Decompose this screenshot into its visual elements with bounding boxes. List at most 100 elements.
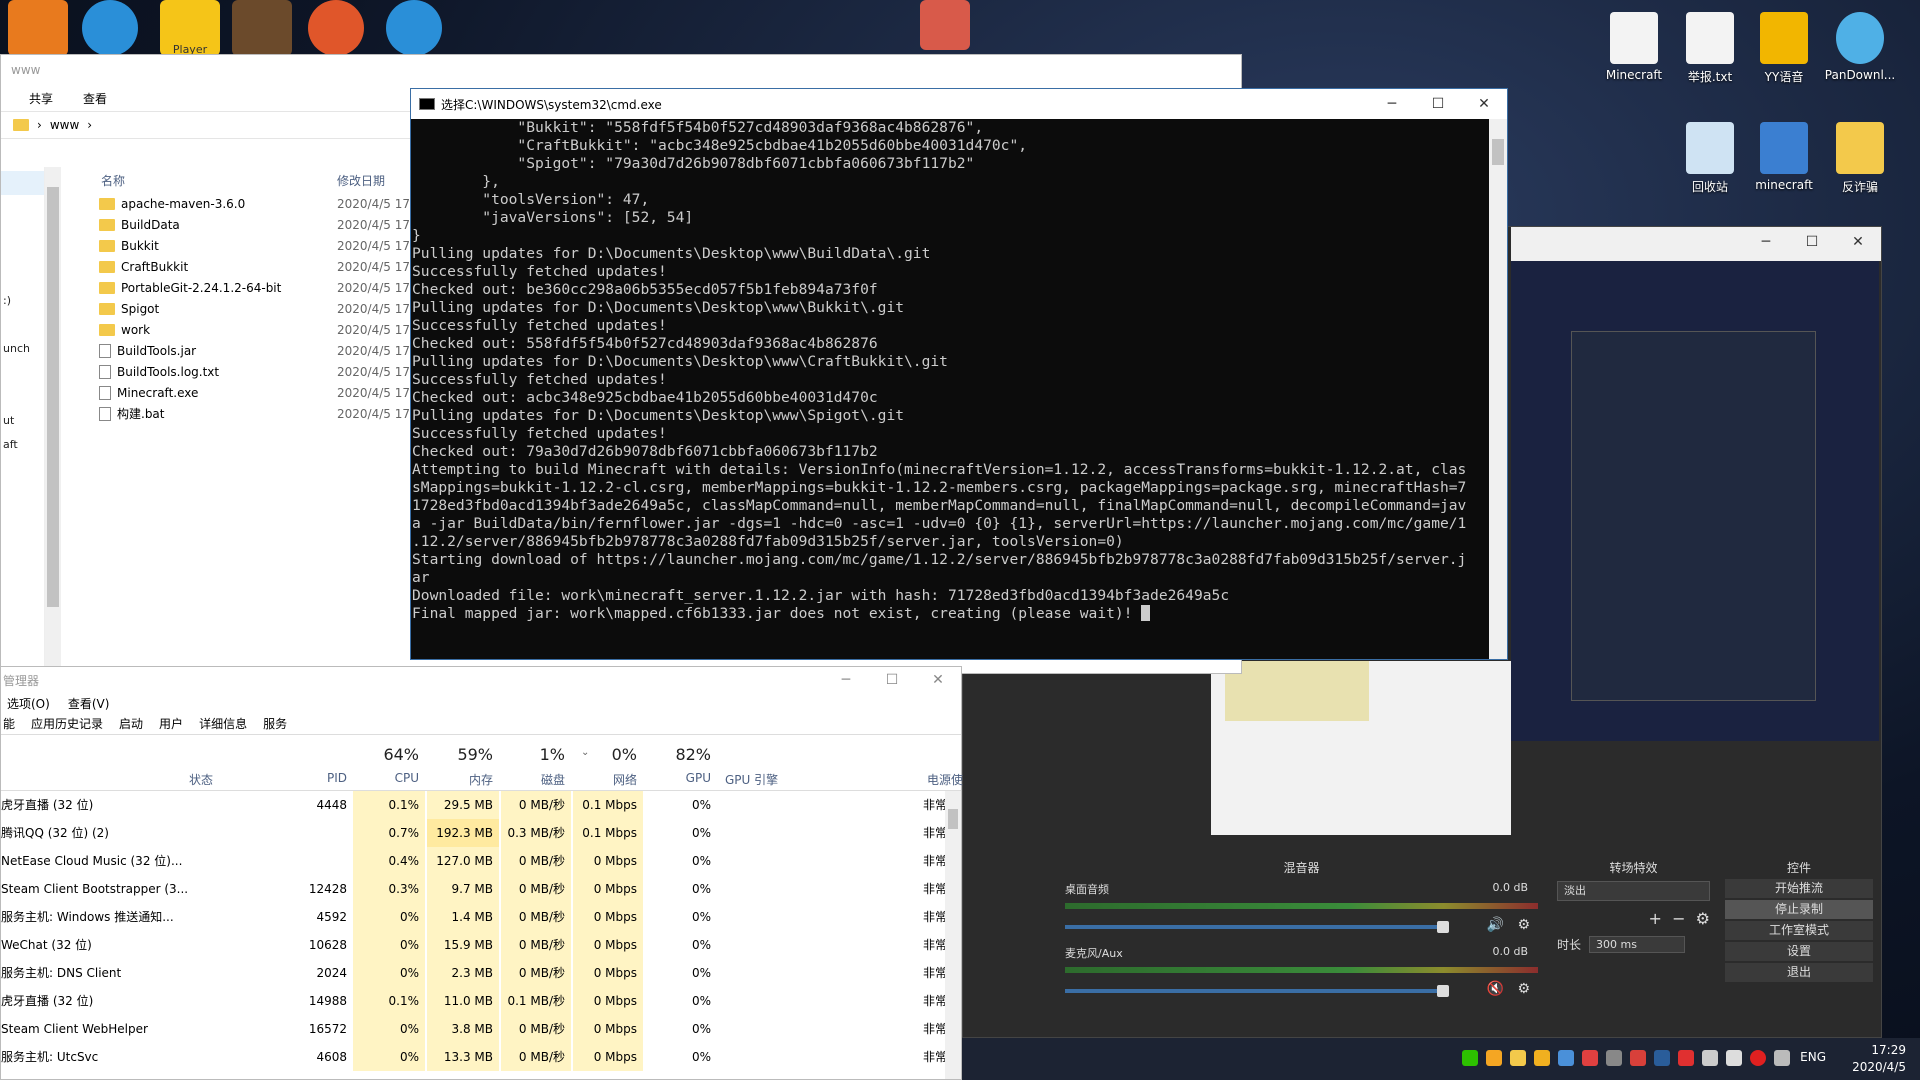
gear-icon[interactable]: ⚙: [1696, 909, 1710, 928]
scrollbar-thumb[interactable]: [1492, 139, 1504, 165]
process-row[interactable]: NetEase Cloud Music (32 位)... 0.4% 127.0 M…: [1, 847, 961, 875]
transition-select[interactable]: 淡出: [1557, 881, 1710, 901]
duration-input[interactable]: 300 ms: [1589, 936, 1686, 953]
console-output[interactable]: "Bukkit": "558fdf5f54b0f527cd48903daf936…: [411, 119, 1489, 659]
maximize-icon[interactable]: ☐: [869, 667, 915, 693]
scrollbar-thumb[interactable]: [948, 809, 958, 829]
tray-icon[interactable]: [1678, 1050, 1694, 1066]
clock[interactable]: 17:29 2020/4/5: [1852, 1042, 1906, 1076]
desktop-icon-recycle-bin[interactable]: 回收站: [1668, 122, 1752, 195]
close-icon[interactable]: ✕: [915, 667, 961, 693]
minus-icon[interactable]: −: [1672, 909, 1685, 928]
column-header-date[interactable]: 修改日期: [337, 172, 385, 189]
speaker-icon[interactable]: 🔊: [1487, 917, 1504, 933]
tray-icon[interactable]: [1582, 1050, 1598, 1066]
start-streaming-button[interactable]: 开始推流: [1725, 879, 1873, 898]
record-tray-icon[interactable]: [1750, 1050, 1766, 1066]
close-icon[interactable]: ✕: [1461, 89, 1507, 119]
tray-icon[interactable]: [1558, 1050, 1574, 1066]
app-icon-cube[interactable]: [920, 0, 970, 50]
app-icon-blue-swirl[interactable]: [82, 0, 138, 56]
folder-tray-icon[interactable]: [1510, 1050, 1526, 1066]
column-header-disk[interactable]: 磁盘: [501, 771, 565, 788]
gear-icon[interactable]: ⚙: [1517, 981, 1530, 997]
nav-item[interactable]: [1, 171, 44, 195]
menu-view[interactable]: 查看(V): [68, 695, 110, 712]
steam-tray-icon[interactable]: [1654, 1050, 1670, 1066]
ribbon-tab-view[interactable]: 查看: [83, 90, 107, 107]
stop-recording-button[interactable]: 停止录制: [1725, 900, 1873, 919]
process-row[interactable]: 服务主机: Windows 推送通知... 4592 0% 1.4 MB 0 MB/秒 0…: [1, 903, 961, 931]
nav-item[interactable]: :): [1, 289, 44, 313]
volume-slider[interactable]: [1065, 985, 1450, 997]
minimize-icon[interactable]: ─: [1743, 227, 1789, 257]
process-row[interactable]: Steam Client Bootstrapper (3... 12428 0.3%…: [1, 875, 961, 903]
nav-item[interactable]: ut: [1, 409, 44, 433]
minimize-icon[interactable]: ─: [1369, 89, 1415, 119]
notification-icon[interactable]: [1774, 1050, 1790, 1066]
desktop-icon-minecraft[interactable]: Minecraft: [1592, 12, 1676, 82]
menu-options[interactable]: 选项(O): [7, 695, 50, 712]
scrollbar-thumb[interactable]: [47, 187, 59, 607]
tray-icon[interactable]: [1630, 1050, 1646, 1066]
player-icon[interactable]: Player: [160, 0, 220, 56]
nav-item[interactable]: unch: [1, 337, 44, 361]
tab-performance[interactable]: 能: [1, 715, 17, 732]
maximize-icon[interactable]: ☐: [1415, 89, 1461, 119]
process-row[interactable]: 虎牙直播 (32 位) 14988 0.1% 11.0 MB 0.1 MB/秒 0 Mbp…: [1, 987, 961, 1015]
minimize-icon[interactable]: ─: [823, 667, 869, 693]
process-row[interactable]: 服务主机: DNS Client 2024 0% 2.3 MB 0 MB/秒 0 Mbps…: [1, 959, 961, 987]
tab-startup[interactable]: 启动: [117, 715, 145, 732]
desktop-icon-anti-fraud[interactable]: 反诈骗: [1818, 122, 1902, 195]
column-header-status[interactable]: 状态: [189, 771, 213, 788]
column-header-pid[interactable]: PID: [301, 771, 347, 785]
app-icon-blue-swirl-2[interactable]: [386, 0, 442, 56]
process-row[interactable]: 服务主机: UtcSvc 4608 0% 13.3 MB 0 MB/秒 0 Mbps 0% 非…: [1, 1043, 961, 1071]
tray-icon[interactable]: [1486, 1050, 1502, 1066]
column-header-memory[interactable]: 内存: [427, 771, 493, 788]
shield-tray-icon[interactable]: [1534, 1050, 1550, 1066]
tab-app-history[interactable]: 应用历史记录: [29, 715, 105, 732]
exit-button[interactable]: 退出: [1725, 963, 1873, 982]
column-header-gpu-engine[interactable]: GPU 引擎: [725, 771, 778, 788]
maximize-icon[interactable]: ☐: [1789, 227, 1835, 257]
cmd-scrollbar[interactable]: [1489, 119, 1507, 659]
minecraft-block-icon[interactable]: [232, 0, 292, 56]
plus-icon[interactable]: +: [1649, 909, 1662, 928]
column-header-name[interactable]: 名称: [71, 172, 337, 189]
explorer-nav-scrollbar[interactable]: [45, 167, 61, 673]
desktop-icon-pandownload[interactable]: PanDownl...: [1818, 12, 1902, 82]
close-icon[interactable]: ✕: [1835, 227, 1881, 257]
ribbon-tab-share[interactable]: 共享: [29, 90, 53, 107]
process-row[interactable]: Steam Client WebHelper 16572 0% 3.8 MB 0 MB/…: [1, 1015, 961, 1043]
volume-slider[interactable]: [1065, 921, 1450, 933]
gear-icon[interactable]: ⚙: [1517, 917, 1530, 933]
process-row[interactable]: WeChat (32 位) 10628 0% 15.9 MB 0 MB/秒 0 Mbps 0…: [1, 931, 961, 959]
desktop-icon-yy[interactable]: YY语音: [1742, 12, 1826, 85]
app-icon-orange[interactable]: [8, 0, 68, 56]
studio-mode-button[interactable]: 工作室模式: [1725, 921, 1873, 940]
process-row[interactable]: 腾讯QQ (32 位) (2) 0.7% 192.3 MB 0.3 MB/秒 0.1 M…: [1, 819, 961, 847]
process-row[interactable]: 虎牙直播 (32 位) 4448 0.1% 29.5 MB 0 MB/秒 0.1 Mbps…: [1, 791, 961, 819]
network-icon[interactable]: [1702, 1050, 1718, 1066]
app-icon-red[interactable]: [308, 0, 364, 56]
column-header-network[interactable]: 网络: [573, 771, 637, 788]
tray-icon[interactable]: [1606, 1050, 1622, 1066]
obs-preview[interactable]: [1511, 261, 1879, 741]
muted-speaker-icon[interactable]: 🔇: [1487, 981, 1504, 997]
settings-button[interactable]: 设置: [1725, 942, 1873, 961]
breadcrumb[interactable]: www: [50, 118, 79, 132]
taskmgr-scrollbar[interactable]: [945, 791, 961, 1079]
desktop-icon-report-txt[interactable]: 举报.txt: [1668, 12, 1752, 85]
column-header-power[interactable]: 电源使: [927, 771, 963, 788]
column-header-cpu[interactable]: CPU: [353, 771, 419, 785]
tab-details[interactable]: 详细信息: [197, 715, 249, 732]
tab-users[interactable]: 用户: [157, 715, 185, 732]
tab-services[interactable]: 服务: [261, 715, 289, 732]
nav-item[interactable]: aft: [1, 433, 44, 457]
input-language[interactable]: ENG: [1800, 1050, 1826, 1064]
wechat-tray-icon[interactable]: [1462, 1050, 1478, 1066]
volume-icon[interactable]: [1726, 1050, 1742, 1066]
desktop-icon-minecraft-pcl[interactable]: minecraft: [1742, 122, 1826, 192]
column-header-gpu[interactable]: GPU: [645, 771, 711, 785]
